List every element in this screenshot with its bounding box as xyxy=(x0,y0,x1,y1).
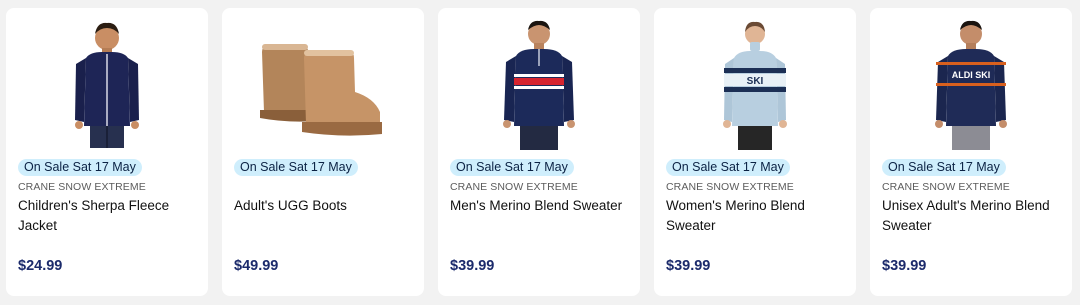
product-title[interactable]: Women's Merino Blend Sweater xyxy=(666,196,848,236)
product-title[interactable]: Unisex Adult's Merino Blend Sweater xyxy=(882,196,1064,236)
product-image[interactable]: SKI xyxy=(654,14,856,158)
product-brand: CRANE SNOW EXTREME xyxy=(666,181,794,193)
product-price: $39.99 xyxy=(666,258,711,274)
product-card[interactable]: SKI On Sale Sat 17 May CRANE SNOW EXTREM… xyxy=(654,8,856,296)
sale-date-badge: On Sale Sat 17 May xyxy=(666,159,790,176)
unisex-ski-sweater-icon: ALDI SKI xyxy=(935,20,1007,150)
sale-date-badge: On Sale Sat 17 May xyxy=(18,159,142,176)
sale-date-badge: On Sale Sat 17 May xyxy=(450,159,574,176)
product-price: $49.99 xyxy=(234,258,279,274)
product-card[interactable]: ALDI SKI On Sale Sat 17 May CRANE SNOW E… xyxy=(870,8,1072,296)
sale-date-badge: On Sale Sat 17 May xyxy=(234,159,358,176)
product-image[interactable] xyxy=(222,14,424,158)
mens-striped-sweater-icon xyxy=(503,20,575,150)
sweater-print-text: SKI xyxy=(747,76,764,87)
product-title[interactable]: Children's Sherpa Fleece Jacket xyxy=(18,196,200,236)
product-price: $24.99 xyxy=(18,258,63,274)
product-title[interactable]: Men's Merino Blend Sweater xyxy=(450,196,632,216)
sale-date-badge: On Sale Sat 17 May xyxy=(882,159,1006,176)
womens-ski-sweater-icon: SKI xyxy=(723,21,787,150)
product-brand: CRANE SNOW EXTREME xyxy=(882,181,1010,193)
ugg-boots-icon xyxy=(260,44,382,136)
product-card[interactable]: On Sale Sat 17 May Adult's UGG Boots $49… xyxy=(222,8,424,296)
product-card[interactable]: On Sale Sat 17 May CRANE SNOW EXTREME Me… xyxy=(438,8,640,296)
product-card[interactable]: On Sale Sat 17 May CRANE SNOW EXTREME Ch… xyxy=(6,8,208,296)
sweater-print-text: ALDI SKI xyxy=(952,70,991,80)
product-title[interactable]: Adult's UGG Boots xyxy=(234,196,416,216)
product-carousel: On Sale Sat 17 May CRANE SNOW EXTREME Ch… xyxy=(0,0,1080,305)
kids-fleece-jacket-icon xyxy=(75,22,139,148)
product-price: $39.99 xyxy=(450,258,495,274)
product-brand: CRANE SNOW EXTREME xyxy=(450,181,578,193)
product-brand: CRANE SNOW EXTREME xyxy=(18,181,146,193)
product-image[interactable] xyxy=(438,14,640,158)
product-image[interactable]: ALDI SKI xyxy=(870,14,1072,158)
product-price: $39.99 xyxy=(882,258,927,274)
product-image[interactable] xyxy=(6,14,208,158)
